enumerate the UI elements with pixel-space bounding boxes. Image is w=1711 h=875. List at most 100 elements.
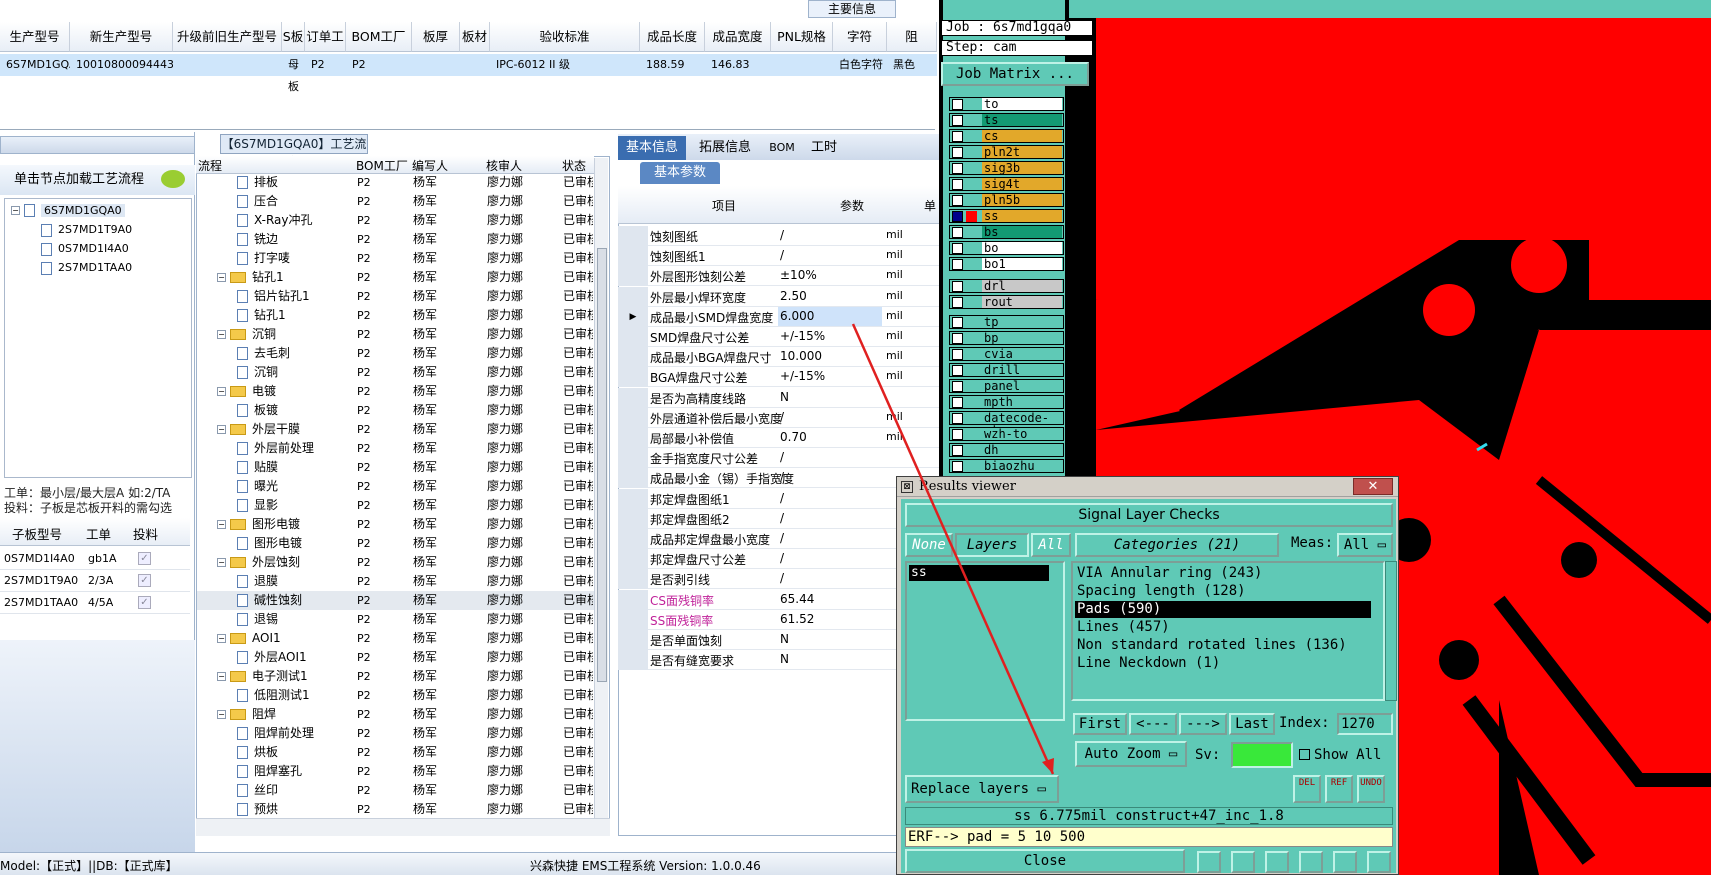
grid-cell[interactable] (173, 54, 282, 76)
grid-cell[interactable]: IPC-6012 II 级 (490, 54, 640, 76)
param-value[interactable]: / (778, 489, 882, 508)
collapse-icon[interactable]: − (217, 520, 226, 529)
flow-row[interactable]: 曝光 P2 杨军 廖力娜 已审核 (197, 477, 594, 496)
close-icon[interactable]: ✕ (1353, 478, 1393, 495)
layer-row[interactable]: drill (949, 363, 1064, 377)
param-row[interactable]: 是否为高精度线路 N (618, 387, 940, 408)
export-icon[interactable] (1299, 851, 1323, 873)
param-row[interactable]: 蚀刻图纸1 / mil (618, 246, 940, 267)
layer-checkbox[interactable] (952, 413, 963, 424)
layer-checkbox[interactable] (952, 99, 963, 110)
layer-checkbox[interactable] (952, 297, 963, 308)
grid-cell[interactable]: P2 (305, 54, 346, 76)
grid-cell[interactable]: 188.59 (640, 54, 705, 76)
param-value[interactable]: 61.52 (778, 610, 882, 629)
layer-list[interactable]: ss (905, 561, 1065, 721)
flow-row[interactable]: 外层AOI1 P2 杨军 廖力娜 已审核 (197, 648, 594, 667)
param-row[interactable]: 是否单面蚀刻 N (618, 630, 940, 650)
flow-row[interactable]: 铣边 P2 杨军 廖力娜 已审核 (197, 230, 594, 249)
layer-row[interactable]: sig4t (949, 177, 1064, 191)
layer-checkbox[interactable] (952, 211, 963, 222)
layer-checkbox[interactable] (952, 461, 963, 472)
category-item[interactable]: Spacing length (128) (1075, 583, 1371, 600)
category-item[interactable]: Lines (457) (1075, 619, 1371, 636)
collapse-icon[interactable]: − (217, 672, 226, 681)
layer-row[interactable]: biaozhu (949, 459, 1064, 473)
param-value[interactable]: ±10% (778, 266, 882, 285)
tab-extended-info[interactable]: 拓展信息 (690, 136, 760, 160)
table-row[interactable]: 2S7MD1T9A0 2/3A ✓ (0, 570, 190, 592)
param-value[interactable]: / (778, 549, 882, 568)
layer-checkbox[interactable] (952, 365, 963, 376)
first-button[interactable]: First (1073, 713, 1127, 735)
flow-scrollbar[interactable] (594, 158, 608, 818)
param-value[interactable]: 0.70 (778, 428, 882, 447)
layer-row[interactable]: mpth (949, 395, 1064, 409)
flow-row[interactable]: − 电子测试1 P2 杨军 廖力娜 已审核 (197, 667, 594, 686)
undo-button[interactable]: UNDO (1357, 775, 1385, 803)
flow-row[interactable]: 铝片钻孔1 P2 杨军 廖力娜 已审核 (197, 287, 594, 306)
layer-row[interactable]: wzh-to (949, 427, 1064, 441)
category-item[interactable]: Line Neckdown (1) (1075, 655, 1371, 672)
layer-row[interactable]: bp (949, 331, 1064, 345)
feed-checkbox[interactable]: ✓ (138, 596, 151, 609)
all-button[interactable]: All (1031, 533, 1071, 557)
layer-row[interactable]: bs (949, 225, 1064, 239)
feed-checkbox[interactable]: ✓ (138, 552, 151, 565)
layer-row[interactable]: datecode-pt (949, 411, 1064, 436)
param-row[interactable]: 邦定焊盘尺寸公差 / (618, 549, 940, 570)
category-item[interactable]: Pads (590) (1075, 601, 1371, 618)
layer-row[interactable]: rout (949, 295, 1064, 309)
layer-row[interactable]: ss (949, 209, 1064, 223)
tree-child[interactable]: 2S7MD1TAA0 (41, 258, 132, 277)
main-info-tab[interactable]: 主要信息 (808, 0, 896, 18)
layer-row[interactable]: bo (949, 241, 1064, 255)
param-value[interactable]: / (778, 448, 882, 467)
flow-row[interactable]: 贴膜 P2 杨军 廖力娜 已审核 (197, 458, 594, 477)
layer-row[interactable]: tp (949, 315, 1064, 329)
flow-row[interactable]: 板镀 P2 杨军 廖力娜 已审核 (197, 401, 594, 420)
flow-row[interactable]: 图形电镀 P2 杨军 廖力娜 已审核 (197, 534, 594, 553)
category-scrollbar[interactable] (1385, 561, 1397, 701)
param-value[interactable]: / (778, 468, 882, 487)
flow-row[interactable]: 排板 P2 杨军 廖力娜 已审核 (197, 173, 594, 192)
grid-cell[interactable]: 6S7MD1GQA0 (0, 54, 84, 76)
pointer-icon[interactable] (1231, 851, 1255, 873)
flow-row[interactable]: 烘板 P2 杨军 廖力娜 已审核 (197, 743, 594, 762)
layer-item-ss[interactable]: ss (909, 565, 1049, 581)
layer-checkbox[interactable] (952, 349, 963, 360)
flow-row[interactable]: 压合 P2 杨军 廖力娜 已审核 (197, 192, 594, 211)
category-item[interactable]: VIA Annular ring (243) (1075, 565, 1371, 582)
param-value[interactable]: / (778, 246, 882, 265)
layer-checkbox[interactable] (952, 179, 963, 190)
param-row[interactable]: 外层通道补偿后最小宽度 / mil (618, 407, 940, 428)
param-row[interactable]: 成品最小金（锡）手指宽度 / (618, 468, 940, 489)
flow-row[interactable]: 打字唛 P2 杨军 廖力娜 已审核 (197, 249, 594, 268)
flow-row[interactable]: − 钻孔1 P2 杨军 廖力娜 已审核 (197, 268, 594, 287)
param-value[interactable]: / (778, 569, 882, 588)
ref-button[interactable]: REF (1325, 775, 1353, 803)
param-row[interactable]: ▶ 成品最小SMD焊盘宽度 6.000 mil (618, 306, 940, 327)
flow-row[interactable]: X-Ray冲孔 P2 杨军 廖力娜 已审核 (197, 211, 594, 230)
load-flow-hint[interactable]: 单击节点加载工艺流程 (0, 165, 195, 195)
table-row[interactable]: 0S7MD1I4A0 gb1A ✓ (0, 548, 190, 570)
flow-row[interactable]: 阻焊前处理 P2 杨军 廖力娜 已审核 (197, 724, 594, 743)
tree-root[interactable]: −6S7MD1GQA0 (11, 201, 125, 220)
layer-checkbox[interactable] (952, 243, 963, 254)
param-row[interactable]: 成品最小BGA焊盘尺寸 10.000 mil (618, 347, 940, 368)
report-icon[interactable] (1333, 851, 1357, 873)
flow-row[interactable]: 预烘 P2 杨军 廖力娜 已审核 (197, 800, 594, 819)
none-button[interactable]: None (905, 533, 953, 557)
layer-row[interactable]: cvia (949, 347, 1064, 361)
flow-row[interactable]: − 电镀 P2 杨军 廖力娜 已审核 (197, 382, 594, 401)
last-button[interactable]: Last (1229, 713, 1275, 735)
layer-checkbox[interactable] (952, 115, 963, 126)
flow-row[interactable]: 沉铜 P2 杨军 廖力娜 已审核 (197, 363, 594, 382)
flow-row[interactable]: 去毛刺 P2 杨军 廖力娜 已审核 (197, 344, 594, 363)
collapse-icon[interactable]: − (217, 387, 226, 396)
flow-row[interactable]: 显影 P2 杨军 廖力娜 已审核 (197, 496, 594, 515)
collapse-icon[interactable]: − (217, 558, 226, 567)
param-value[interactable]: 6.000 (778, 306, 882, 326)
show-all-checkbox[interactable] (1299, 749, 1310, 760)
auto-zoom-select[interactable]: Auto Zoom ▭ (1075, 741, 1187, 767)
